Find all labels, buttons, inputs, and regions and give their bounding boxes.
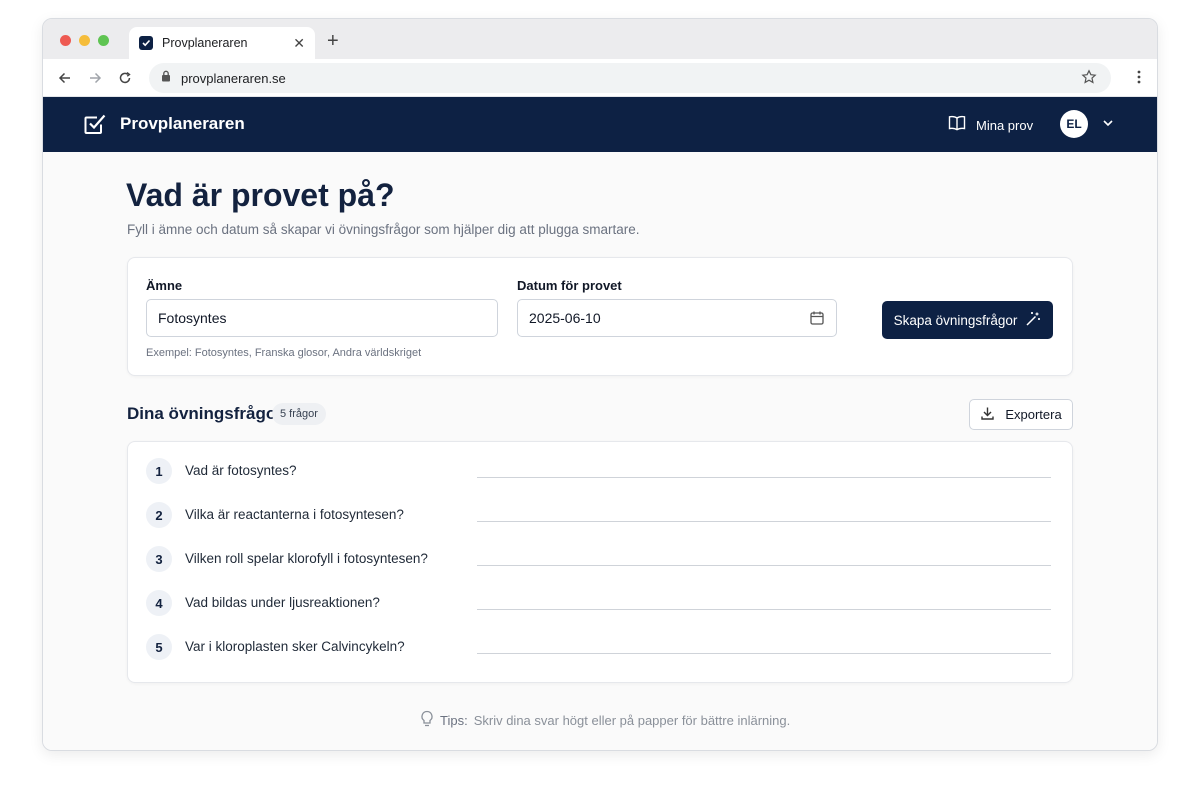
list-item: 4 Vad bildas under ljusreaktionen? (146, 590, 1052, 618)
tips-prefix: Tips: (440, 713, 468, 728)
question-number: 2 (146, 502, 172, 528)
subject-input[interactable] (146, 299, 498, 337)
tab-strip: Provplaneraren ✕ + (43, 19, 1157, 59)
forward-icon[interactable] (85, 68, 105, 88)
answer-line[interactable] (477, 653, 1051, 654)
favicon-icon (139, 36, 153, 50)
brand-name[interactable]: Provplaneraren (120, 114, 245, 134)
calendar-icon[interactable] (809, 310, 825, 331)
address-bar[interactable]: provplaneraren.se (149, 63, 1111, 93)
new-tab-button[interactable]: + (327, 29, 339, 53)
question-number: 5 (146, 634, 172, 660)
question-text: Vad bildas under ljusreaktionen? (185, 595, 380, 610)
date-input[interactable] (517, 299, 837, 337)
export-label: Exportera (1005, 407, 1062, 422)
answer-line[interactable] (477, 609, 1051, 610)
question-text: Var i kloroplasten sker Calvincykeln? (185, 639, 405, 654)
question-count-badge: 5 frågor (272, 403, 326, 425)
tips-text: Skriv dina svar högt eller på papper för… (473, 713, 791, 728)
browser-window: Provplaneraren ✕ + provplaneraren.se Pro… (42, 18, 1158, 751)
tips-footer: Tips: Skriv dina svar högt eller på papp… (420, 710, 790, 731)
checkbox-logo-icon (83, 112, 107, 141)
close-tab-icon[interactable]: ✕ (293, 35, 305, 52)
my-tests-label: Mina prov (976, 118, 1034, 133)
browser-tab[interactable]: Provplaneraren ✕ (129, 27, 315, 59)
back-icon[interactable] (55, 68, 75, 88)
answer-line[interactable] (477, 521, 1051, 522)
page-subtitle: Fyll i ämne och datum så skapar vi övnin… (127, 222, 640, 237)
reload-icon[interactable] (115, 68, 135, 88)
answer-line[interactable] (477, 477, 1051, 478)
list-item: 2 Vilka är reactanterna i fotosyntesen? (146, 502, 1052, 530)
export-button[interactable]: Exportera (969, 399, 1073, 430)
question-text: Vilka är reactanterna i fotosyntesen? (185, 507, 404, 522)
main-content: Vad är provet på? Fyll i ämne och datum … (43, 152, 1157, 750)
window-controls (60, 35, 109, 46)
page-title: Vad är provet på? (126, 177, 395, 213)
list-item: 3 Vilken roll spelar klorofyll i fotosyn… (146, 546, 1052, 574)
answer-line[interactable] (477, 565, 1051, 566)
magic-wand-icon (1025, 311, 1041, 330)
url-text: provplaneraren.se (181, 70, 286, 86)
tab-title: Provplaneraren (162, 36, 248, 50)
my-tests-link[interactable]: Mina prov (948, 115, 1033, 136)
date-label: Datum för provet (517, 278, 622, 293)
list-item: 5 Var i kloroplasten sker Calvincykeln? (146, 634, 1052, 662)
create-questions-label: Skapa övningsfrågor (893, 312, 1018, 328)
lightbulb-icon (420, 710, 434, 731)
browser-toolbar: provplaneraren.se (43, 59, 1157, 97)
question-number: 3 (146, 546, 172, 572)
browser-menu-icon[interactable] (1137, 69, 1141, 90)
list-item: 1 Vad är fotosyntes? (146, 458, 1052, 486)
exam-form-card: Ämne Exempel: Fotosyntes, Franska glosor… (127, 257, 1073, 376)
create-questions-button[interactable]: Skapa övningsfrågor (882, 301, 1053, 339)
questions-title: Dina övningsfrågor (127, 404, 283, 423)
question-number: 4 (146, 590, 172, 616)
download-icon (980, 406, 995, 424)
chevron-down-icon[interactable] (1102, 116, 1114, 134)
close-window-button[interactable] (60, 35, 71, 46)
subject-label: Ämne (146, 278, 183, 293)
subject-hint: Exempel: Fotosyntes, Franska glosor, And… (146, 347, 422, 359)
avatar[interactable]: EL (1060, 110, 1088, 138)
book-icon (948, 115, 966, 136)
bookmark-star-icon[interactable] (1081, 69, 1097, 90)
question-text: Vilken roll spelar klorofyll i fotosynte… (185, 551, 428, 566)
lock-icon (161, 69, 171, 87)
maximize-window-button[interactable] (98, 35, 109, 46)
question-text: Vad är fotosyntes? (185, 463, 297, 478)
minimize-window-button[interactable] (79, 35, 90, 46)
question-number: 1 (146, 458, 172, 484)
questions-list: 1 Vad är fotosyntes? 2 Vilka är reactant… (127, 441, 1073, 683)
app-header: Provplaneraren Mina prov EL (43, 97, 1157, 152)
